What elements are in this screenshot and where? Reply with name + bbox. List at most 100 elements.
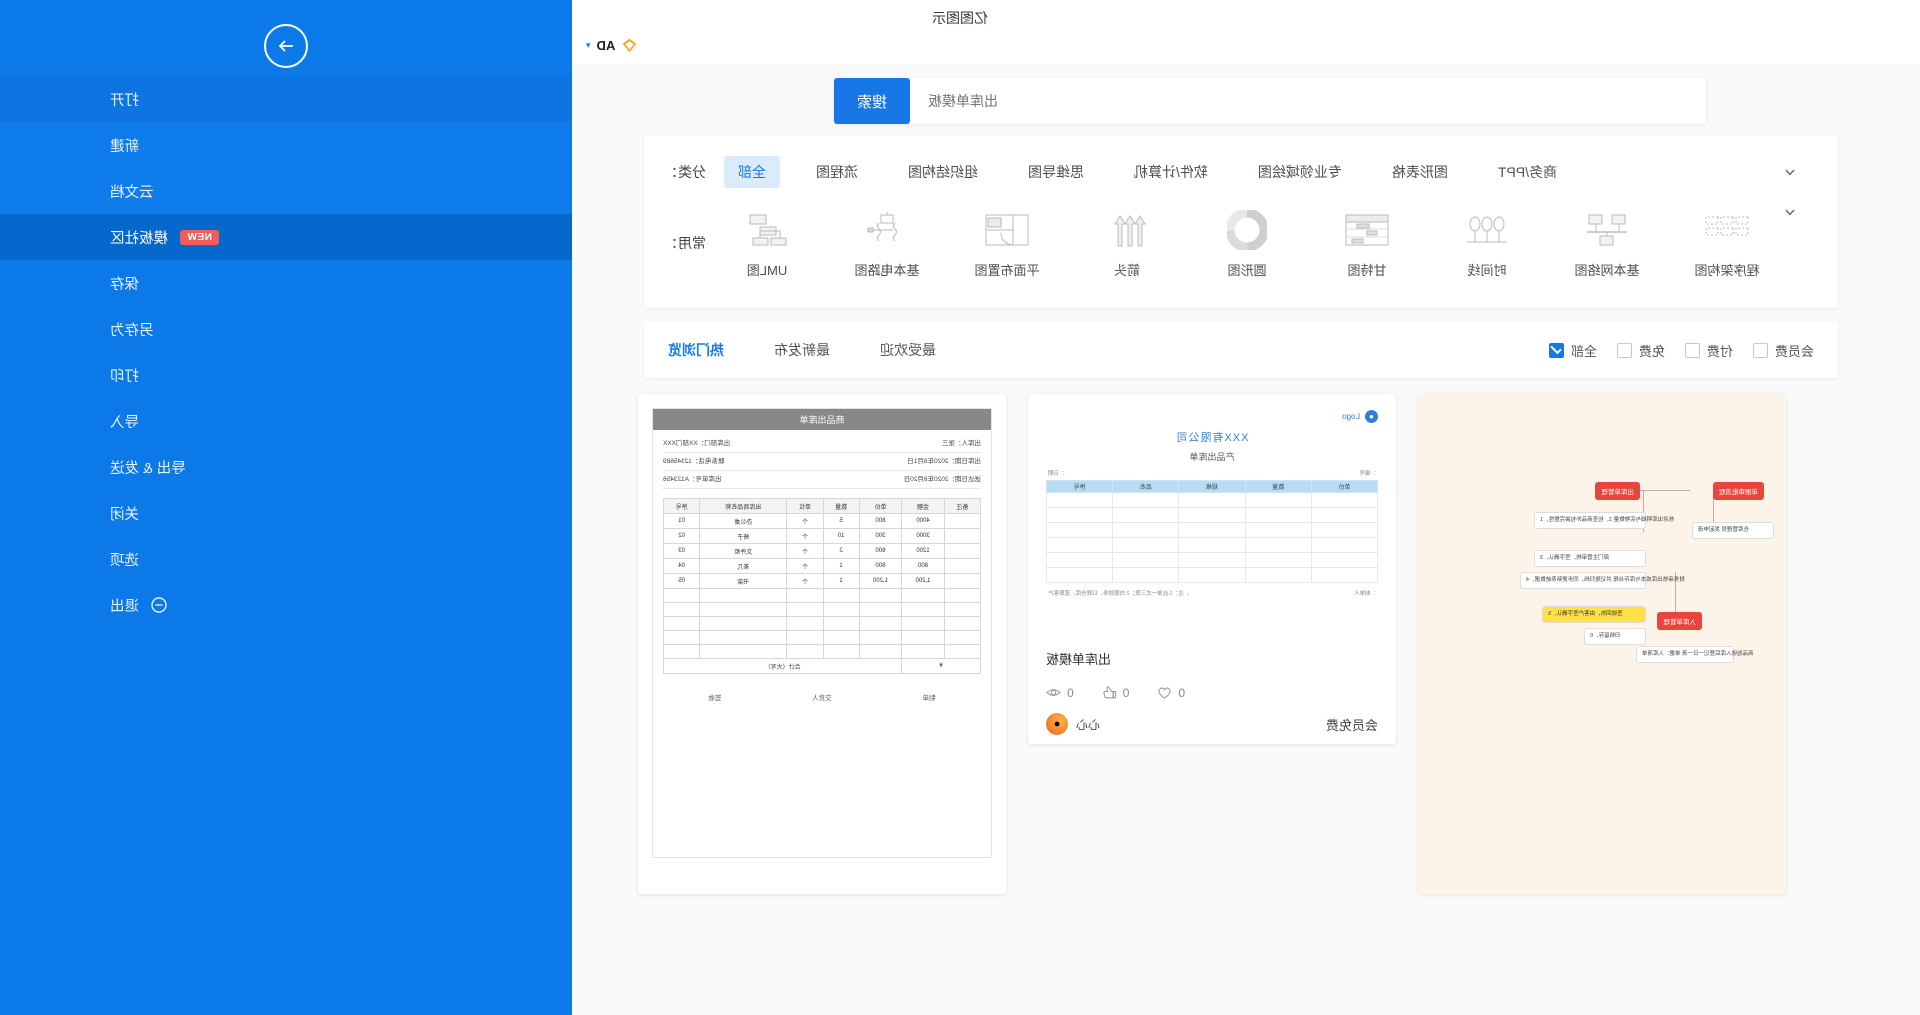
sort-tab-newest[interactable]: 最新发布: [774, 340, 830, 360]
category-panel: 分类： 全部 流程图 组织结构图 思维导图 软件/计算机 专业领域绘图 图形表格…: [644, 136, 1838, 308]
category-tab-business[interactable]: 商务/PPT: [1484, 156, 1571, 188]
filter-label: 全部: [1570, 343, 1597, 359]
invoice-meta-left: 联系电话：12345689: [663, 458, 725, 465]
common-tile-timeline[interactable]: 时间线: [1444, 208, 1530, 279]
cell: 1: [823, 573, 860, 589]
col-header: 金额: [901, 498, 945, 514]
sidebar-item-community[interactable]: 模板社区 NEW: [0, 214, 572, 260]
sidebar-item-exit[interactable]: 退出: [0, 582, 572, 628]
category-tab-mindmap[interactable]: 思维导图: [1014, 156, 1098, 188]
col-header: 数量: [823, 498, 860, 514]
cell: 椅子: [699, 528, 787, 544]
mindmap-node: 1、核对出库明细与实物数量 2、检查商品外包装完整性: [1534, 512, 1674, 529]
mindmap-node-highlight: 5、签收回执，由客户签字确认: [1542, 606, 1646, 623]
note-right: 注：1.此单一式三联；2.白联财务，红联仓库，蓝联客户。: [1048, 591, 1190, 597]
sidebar-item-close[interactable]: 关闭: [0, 490, 572, 536]
back-button[interactable]: [0, 14, 572, 78]
cell: [944, 616, 981, 631]
file-menu-list: 打开 新建 云文档 模板社区 NEW 保存 另存为 打印 导入 导出 & 发送 …: [0, 76, 572, 628]
cell: [823, 630, 860, 645]
cell: 800: [901, 558, 945, 574]
cell: 个: [786, 543, 824, 559]
checkbox-all[interactable]: [1548, 342, 1564, 358]
category-tab-all[interactable]: 全部: [724, 156, 780, 188]
common-tile-program-architecture[interactable]: 程序架构图: [1684, 208, 1770, 279]
checkbox-paid[interactable]: [1684, 342, 1700, 358]
filter-member[interactable]: 会员费: [1752, 341, 1814, 360]
cell: [786, 602, 824, 617]
common-tile-uml[interactable]: UML图: [724, 208, 810, 279]
sidebar-item-import[interactable]: 导入: [0, 398, 572, 444]
search-input[interactable]: [910, 78, 1706, 124]
cell: 个: [786, 573, 824, 589]
filter-bar: 热门浏览 最新发布 最受欢迎 全部 免费 付费 会员费: [644, 322, 1838, 378]
app-badge[interactable]: ▾ AD: [586, 37, 638, 54]
sidebar-item-export-send[interactable]: 导出 & 发送: [0, 444, 572, 490]
search-button[interactable]: 搜索: [834, 78, 910, 124]
card-footer: ● 心心 会员免费: [1028, 704, 1396, 744]
category-tab-flowchart[interactable]: 流程图: [802, 156, 872, 188]
cell: 800: [859, 513, 902, 529]
floor-plan-icon: [982, 208, 1032, 252]
common-tile-arrows[interactable]: 箭头: [1084, 208, 1170, 279]
card-author[interactable]: ● 心心: [1046, 713, 1100, 735]
total-value: ¥: [901, 658, 981, 674]
common-tile-donut[interactable]: 圆形图: [1204, 208, 1290, 279]
col-header: 单价: [859, 498, 902, 514]
common-tile-label: 基本电路图: [854, 262, 920, 278]
cell: [944, 602, 981, 617]
template-card-mindmap[interactable]: 出库单管理 单据审批流程 入库单管理 仓库管理员 发起申请 1、核对出库明细与实…: [1418, 394, 1786, 894]
filter-free[interactable]: 免费: [1616, 341, 1665, 360]
card-stats: 0 0 0: [1046, 685, 1378, 700]
thumb-up-icon: [1103, 686, 1116, 699]
cell: [944, 644, 981, 659]
template-card-saleslist[interactable]: ● Logo XXX有限公司 产品出库单 编号： 日期： 序号 品名 规格 数量…: [1028, 394, 1396, 744]
sidebar-item-save[interactable]: 保存: [0, 260, 572, 306]
sidebar-item-save-as[interactable]: 另存为: [0, 306, 572, 352]
chevron-down-icon-categories[interactable]: [1780, 162, 1800, 182]
cell: 3000: [901, 528, 945, 544]
category-tab-software[interactable]: 软件/计算机: [1120, 156, 1222, 188]
checkbox-member[interactable]: [1752, 342, 1768, 358]
footer-item: 交货人: [812, 695, 832, 702]
application-window: 亿图图示 ▾ AD 搜索 出库单模板 分类： 全部 流程图 组织结构图 思维导图…: [0, 0, 1920, 1015]
table-row: 01 办公桌个 5 800 4000: [663, 513, 981, 529]
common-tile-gantt[interactable]: 甘特图: [1324, 208, 1410, 279]
table-row: 04 茶几个 1 800 800: [663, 558, 981, 574]
program-architecture-icon: [1702, 208, 1752, 252]
invoice-table: 序号 出库商品名称 单位 数量 单价 金额 备注 01 办公桌个 5 800 4000: [663, 498, 981, 674]
saleslist-preview: ● Logo XXX有限公司 产品出库单 编号： 日期： 序号 品名 规格 数量…: [1028, 394, 1396, 603]
sort-tab-popular[interactable]: 热门浏览: [668, 340, 724, 360]
category-tab-professional[interactable]: 专业领域绘图: [1244, 156, 1356, 188]
sidebar-item-options[interactable]: 选项: [0, 536, 572, 582]
doc-note: 制单人： 注：1.此单一式三联；2.白联财务，红联仓库，蓝联客户。: [1046, 583, 1378, 603]
invoice-meta-left: 出库单号：A123456: [663, 476, 722, 483]
filter-all[interactable]: 全部: [1548, 341, 1597, 360]
menu-label: 退出: [110, 598, 139, 615]
cell: [944, 573, 981, 589]
back-arrow-icon[interactable]: [264, 24, 308, 68]
common-tile-network[interactable]: 基本网络图: [1564, 208, 1650, 279]
mindmap-node: 出库单管理: [1595, 482, 1640, 500]
chevron-down-icon-common[interactable]: [1780, 202, 1800, 222]
category-row: 分类： 全部 流程图 组织结构图 思维导图 软件/计算机 专业领域绘图 图形表格…: [664, 154, 1818, 190]
sort-tab-liked[interactable]: 最受欢迎: [880, 340, 936, 360]
cell: [823, 616, 860, 631]
category-tab-charts[interactable]: 图形表格: [1378, 156, 1462, 188]
mindmap-node: 4、财务审核出库成本与库存台账 并记账归档，同步更新系统数据: [1520, 572, 1685, 589]
table-row: [663, 630, 981, 645]
sidebar-item-print[interactable]: 打印: [0, 352, 572, 398]
invoice-title: 商品出库单: [653, 409, 991, 430]
common-tile-floorplan[interactable]: 平面布置图: [964, 208, 1050, 279]
eye-icon: [1046, 689, 1061, 696]
common-tile-circuit[interactable]: 基本电路图: [844, 208, 930, 279]
sidebar-item-open[interactable]: 打开: [0, 76, 572, 122]
chevron-down-icon[interactable]: ▾: [586, 40, 591, 51]
category-tab-orgchart[interactable]: 组织结构图: [894, 156, 992, 188]
template-card-invoice[interactable]: 商品出库单 出库人：张三 出库部门：XX部门XXX 出库日期：2020年8月1日 联…: [638, 394, 1006, 894]
menu-label: 打开: [110, 92, 139, 109]
checkbox-free[interactable]: [1616, 342, 1632, 358]
sidebar-item-cloud-doc[interactable]: 云文档: [0, 168, 572, 214]
filter-paid[interactable]: 付费: [1684, 341, 1733, 360]
sidebar-item-new[interactable]: 新建: [0, 122, 572, 168]
